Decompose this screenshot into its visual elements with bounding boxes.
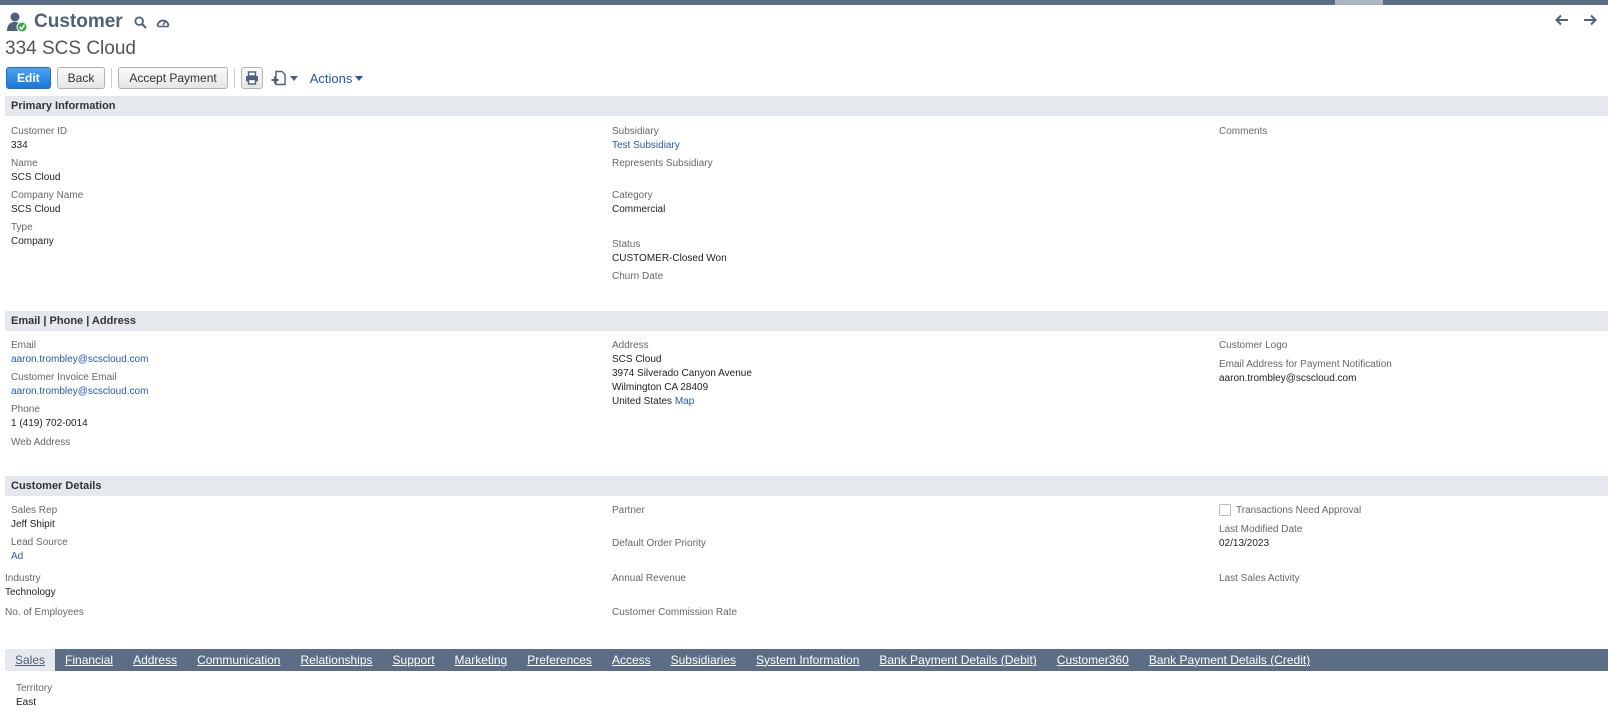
churn-date-label: Churn Date — [612, 271, 664, 282]
new-document-icon[interactable] — [271, 70, 298, 86]
industry-label: Industry — [5, 573, 41, 584]
address-line3: Wilmington CA 28409 — [612, 382, 709, 393]
tab-access[interactable]: Access — [602, 649, 661, 671]
company-name-value: SCS Cloud — [11, 204, 61, 215]
customer-logo-label: Customer Logo — [1219, 340, 1288, 351]
email-label: Email — [11, 340, 37, 351]
address-line2: 3974 Silverado Canyon Avenue — [612, 368, 752, 379]
annual-revenue-label: Annual Revenue — [612, 573, 686, 584]
default-order-priority-label: Default Order Priority — [612, 538, 706, 549]
category-value: Commercial — [612, 204, 666, 215]
back-button[interactable]: Back — [56, 67, 106, 89]
actions-label: Actions — [309, 70, 353, 86]
tab-relationships[interactable]: Relationships — [290, 649, 382, 671]
customer-icon — [6, 11, 28, 33]
dashboard-icon[interactable] — [155, 14, 171, 30]
partner-label: Partner — [612, 505, 645, 516]
tab-communication[interactable]: Communication — [187, 649, 290, 671]
tab-bank-payment-credit[interactable]: Bank Payment Details (Credit) — [1139, 649, 1320, 671]
tab-subsidiaries[interactable]: Subsidiaries — [661, 649, 746, 671]
address-country-line: United States Map — [612, 396, 694, 407]
transactions-need-approval-checkbox[interactable] — [1219, 504, 1231, 516]
type-value: Company — [11, 236, 54, 247]
company-name-label: Company Name — [11, 190, 84, 201]
section-email-phone-address[interactable]: Email | Phone | Address — [5, 311, 1608, 331]
payment-notification-email-value: aaron.trombley@scscloud.com — [1219, 373, 1357, 384]
tab-system-information[interactable]: System Information — [746, 649, 869, 671]
type-label: Type — [11, 222, 33, 233]
lead-source-label: Lead Source — [11, 537, 68, 548]
subtab-bar: Sales Financial Address Communication Re… — [5, 649, 1608, 671]
territory-value: East — [16, 697, 37, 708]
tab-preferences[interactable]: Preferences — [517, 649, 602, 671]
tab-customer360[interactable]: Customer360 — [1047, 649, 1139, 671]
tab-financial[interactable]: Financial — [55, 649, 123, 671]
arrow-left-icon[interactable] — [1554, 12, 1570, 28]
invoice-email-link[interactable]: aaron.trombley@scscloud.com — [11, 386, 148, 397]
phone-value: 1 (419) 702-0014 — [11, 418, 88, 429]
edit-button[interactable]: Edit — [6, 67, 51, 89]
web-address-label: Web Address — [11, 437, 71, 448]
employees-label: No. of Employees — [5, 607, 84, 618]
print-icon[interactable] — [240, 67, 263, 89]
status-value: CUSTOMER-Closed Won — [612, 253, 727, 264]
represents-subsidiary-label: Represents Subsidiary — [612, 158, 713, 169]
address-label: Address — [612, 340, 649, 351]
category-label: Category — [612, 190, 653, 201]
record-header: Customer — [6, 10, 177, 34]
name-label: Name — [11, 158, 38, 169]
invoice-email-label: Customer Invoice Email — [11, 372, 117, 383]
industry-value: Technology — [5, 587, 56, 598]
address-country: United States — [612, 396, 673, 407]
tab-sales[interactable]: Sales — [5, 649, 56, 671]
toolbar-separator — [233, 68, 235, 88]
actions-menu[interactable]: Actions — [310, 71, 364, 86]
address-line1: SCS Cloud — [612, 354, 662, 365]
territory-label: Territory — [16, 683, 53, 694]
customer-id-value: 334 — [11, 140, 28, 151]
name-value: SCS Cloud — [11, 172, 61, 183]
chevron-down-icon — [355, 75, 364, 81]
phone-label: Phone — [11, 404, 40, 415]
tab-bank-payment-debit[interactable]: Bank Payment Details (Debit) — [869, 649, 1046, 671]
record-navigation — [1554, 12, 1598, 28]
toolbar-separator — [111, 68, 113, 88]
commission-rate-label: Customer Commission Rate — [612, 607, 738, 618]
tab-marketing[interactable]: Marketing — [445, 649, 518, 671]
customer-id-label: Customer ID — [11, 126, 68, 137]
top-accent-highlight — [1335, 0, 1383, 5]
toolbar: Edit Back Accept Payment Actions — [6, 67, 364, 89]
arrow-right-icon[interactable] — [1582, 12, 1598, 28]
last-modified-value: 02/13/2023 — [1219, 538, 1270, 549]
search-icon[interactable] — [133, 14, 149, 30]
section-customer-details[interactable]: Customer Details — [5, 476, 1608, 496]
last-modified-label: Last Modified Date — [1219, 524, 1303, 535]
transactions-need-approval-label: Transactions Need Approval — [1236, 505, 1362, 516]
record-title: 334 SCS Cloud — [5, 38, 136, 59]
status-label: Status — [612, 239, 641, 250]
chevron-down-icon — [289, 75, 298, 81]
tab-address[interactable]: Address — [123, 649, 187, 671]
subsidiary-label: Subsidiary — [612, 126, 659, 137]
comments-label: Comments — [1219, 126, 1268, 137]
subsidiary-link[interactable]: Test Subsidiary — [612, 140, 680, 151]
last-sales-activity-label: Last Sales Activity — [1219, 573, 1300, 584]
sales-rep-value: Jeff Shipit — [11, 519, 55, 530]
record-type-title: Customer — [34, 11, 123, 32]
sales-rep-label: Sales Rep — [11, 505, 58, 516]
lead-source-link[interactable]: Ad — [11, 551, 23, 562]
map-link[interactable]: Map — [675, 396, 694, 407]
accept-payment-button[interactable]: Accept Payment — [118, 67, 228, 89]
email-link[interactable]: aaron.trombley@scscloud.com — [11, 354, 148, 365]
payment-notification-email-label: Email Address for Payment Notification — [1219, 359, 1392, 370]
section-primary-information[interactable]: Primary Information — [5, 96, 1608, 116]
tab-support[interactable]: Support — [383, 649, 445, 671]
